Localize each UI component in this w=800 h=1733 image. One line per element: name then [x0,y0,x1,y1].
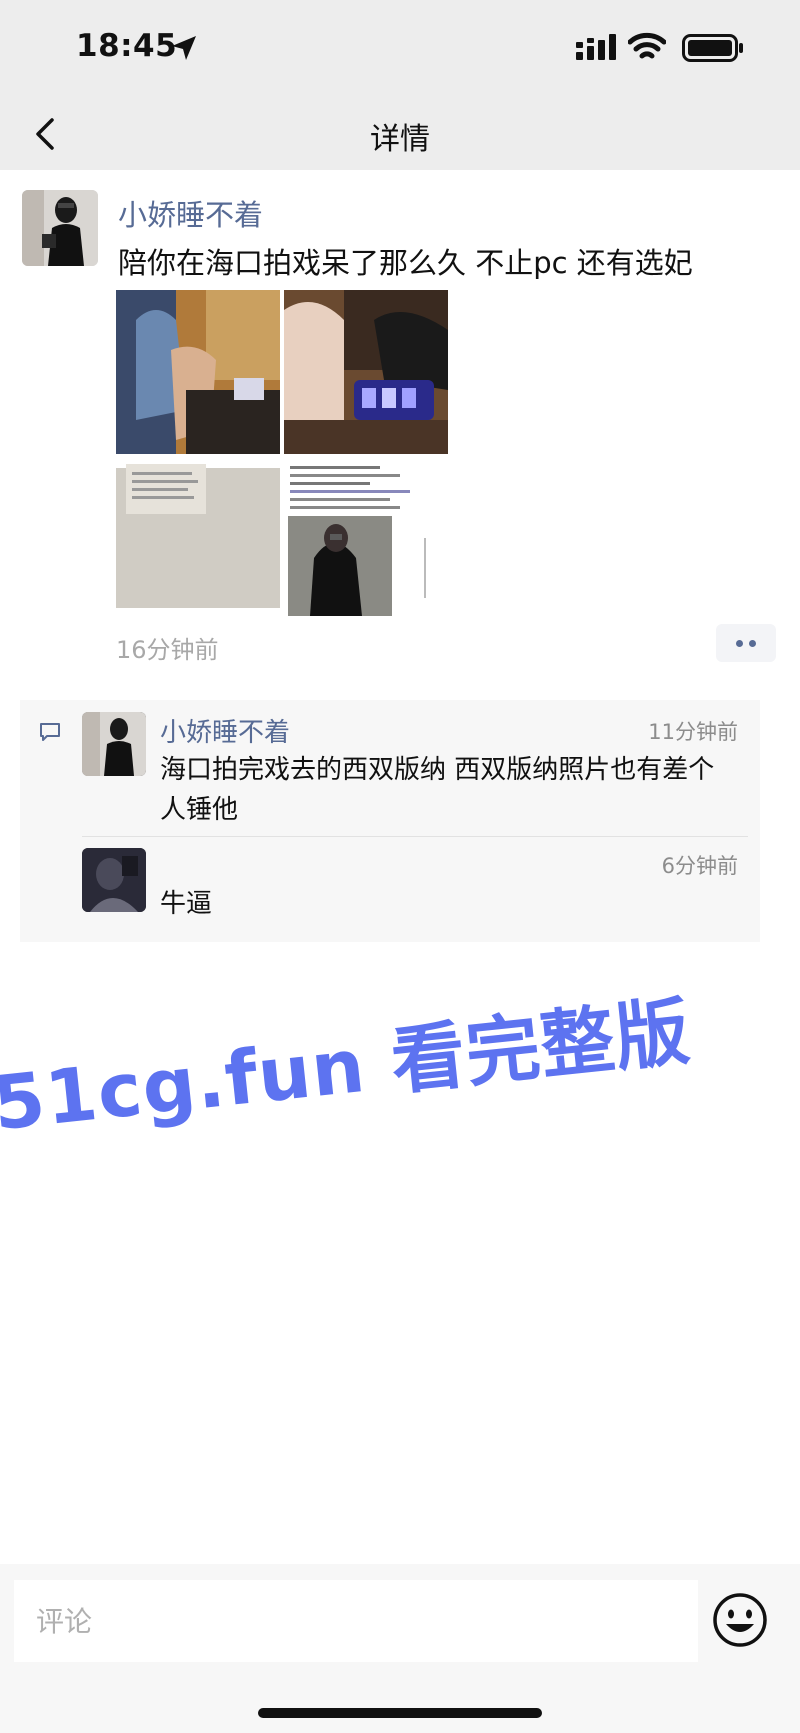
page-title: 详情 [370,122,430,157]
comment-bubble-icon [40,723,60,741]
emoji-icon [713,1593,767,1647]
avatar[interactable] [82,712,146,776]
comment-input[interactable] [14,1580,698,1662]
emoji-button[interactable] [710,1590,770,1650]
more-button[interactable] [716,624,776,662]
comment-time: 11分钟前 [648,720,738,744]
comment-item[interactable]: 6分钟前 牛逼 [82,848,748,928]
comments-section: 小娇睡不着 11分钟前 海口拍完戏去的西双版纳 西双版纳照片也有差个人锤他 6分… [20,700,760,942]
post-author[interactable]: 小娇睡不着 [118,192,263,234]
comment-item[interactable]: 小娇睡不着 11分钟前 海口拍完戏去的西双版纳 西双版纳照片也有差个人锤他 [82,712,748,832]
battery-icon [682,34,743,62]
signal-icon [576,34,616,60]
image-grid [116,290,448,626]
avatar[interactable] [22,190,98,266]
comment-author[interactable]: 小娇睡不着 [160,712,290,749]
watermark-text: 51cg.fun 看完整版 [0,988,695,1148]
post-image-4[interactable] [284,458,448,622]
home-indicator [258,1708,542,1718]
comment-bar [0,1564,800,1733]
status-bar: 18:45 [0,0,800,98]
post-image-1[interactable] [116,290,280,454]
post-text: 陪你在海口拍戏呆了那么久 不止pc 还有选妃 [118,246,693,280]
post-image-2[interactable] [284,290,448,454]
wifi-icon [628,32,666,59]
comment-text: 牛逼 [160,889,213,919]
status-time: 18:45 [76,28,178,64]
comment-divider [82,836,748,837]
post-time: 16分钟前 [116,636,219,664]
comment-time: 6分钟前 [661,854,738,878]
nav-bar: 详情 [0,98,800,170]
more-dots-icon [736,640,743,647]
location-arrow-icon [172,36,196,60]
avatar[interactable] [82,848,146,912]
comment-text: 海口拍完戏去的西双版纳 西双版纳照片也有差个人锤他 [160,755,715,825]
post-image-3[interactable] [116,458,280,622]
